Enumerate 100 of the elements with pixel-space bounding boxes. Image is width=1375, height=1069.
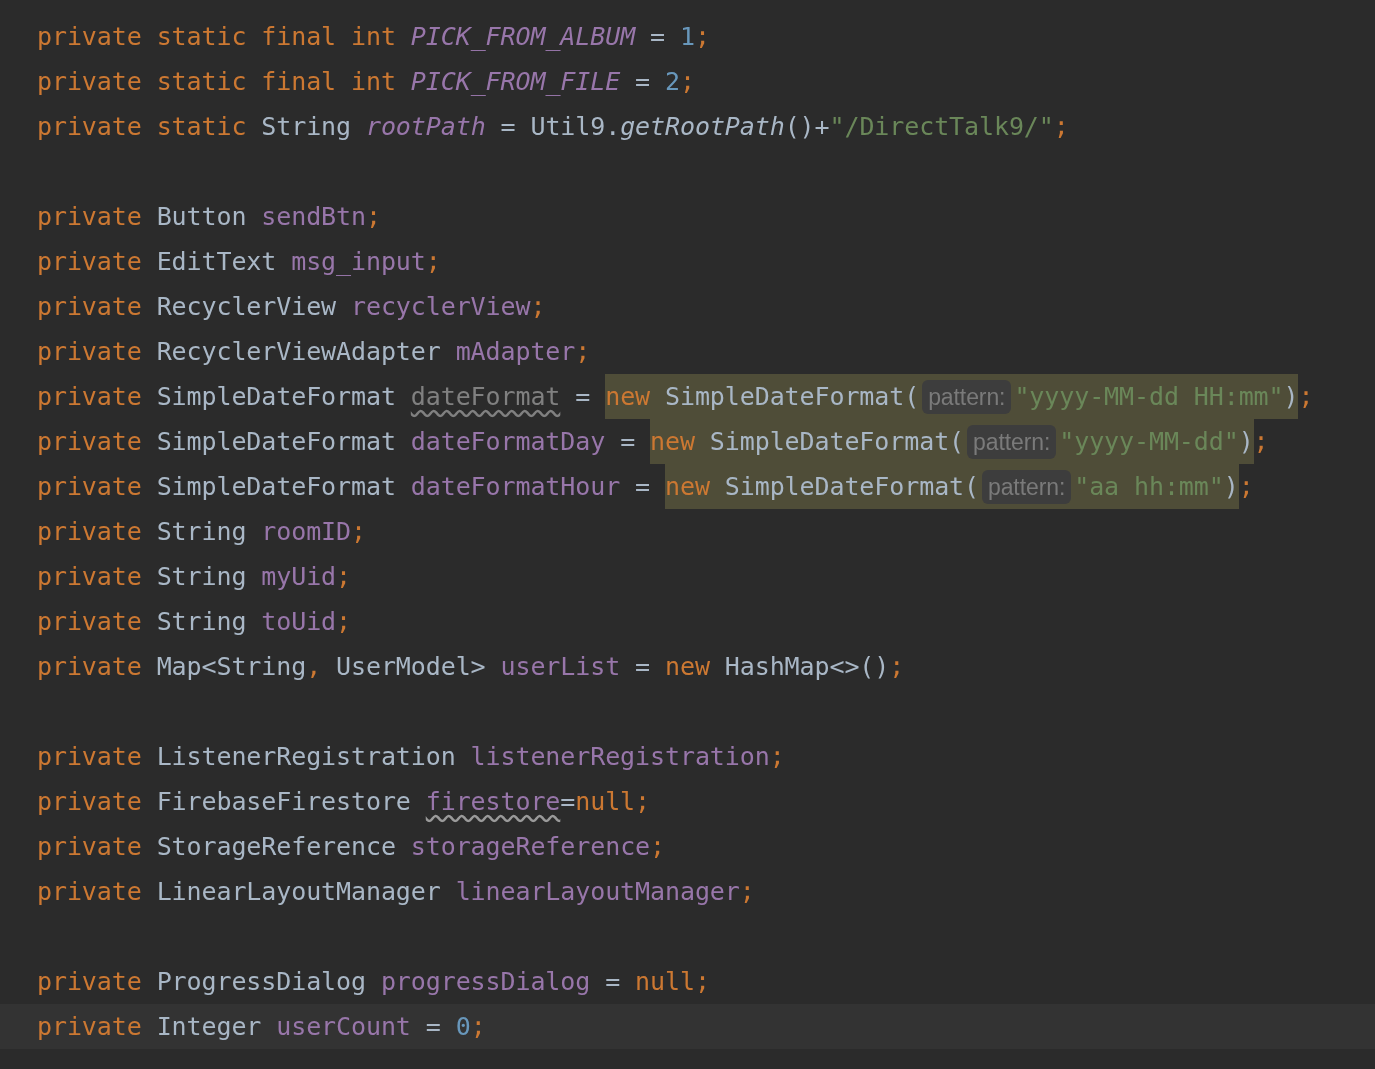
keyword: new <box>650 427 695 456</box>
static-field-name: PICK_FROM_FILE <box>410 67 621 96</box>
field-name: userCount <box>276 1012 411 1041</box>
punctuation: ; <box>425 247 441 276</box>
number-literal: 0 <box>455 1012 471 1041</box>
field-name: myUid <box>261 562 337 591</box>
punctuation: ; <box>1253 427 1269 456</box>
unused-field-name: dateFormat <box>410 382 561 411</box>
keyword: null <box>635 967 695 996</box>
type-name: FirebaseFirestore <box>156 787 411 816</box>
field-name: dateFormatHour <box>410 472 621 501</box>
operator: = <box>605 967 621 996</box>
operator: = <box>635 67 651 96</box>
keyword: private <box>37 832 142 861</box>
keyword: private <box>37 382 142 411</box>
punctuation: ; <box>769 742 785 771</box>
punctuation: ; <box>1053 112 1069 141</box>
type-name: ProgressDialog <box>156 967 366 996</box>
type-name: Button <box>156 202 247 231</box>
type-name: SimpleDateFormat( <box>709 427 965 456</box>
parameter-hint: pattern: <box>922 380 1012 414</box>
keyword: int <box>351 67 396 96</box>
keyword: private <box>37 1012 142 1041</box>
keyword: new <box>665 472 710 501</box>
operator: = <box>500 112 516 141</box>
punctuation: ; <box>889 652 905 681</box>
punctuation: ; <box>739 877 755 906</box>
operator: ) <box>1283 382 1299 411</box>
operator: = <box>425 1012 441 1041</box>
keyword: private <box>37 877 142 906</box>
keyword: new <box>665 652 710 681</box>
type-name: LinearLayoutManager <box>156 877 441 906</box>
punctuation: ; <box>679 67 695 96</box>
keyword: private <box>37 67 142 96</box>
punctuation: ; <box>635 787 651 816</box>
field-name: roomID <box>261 517 351 546</box>
keyword: private <box>37 22 142 51</box>
punctuation: ; <box>336 562 351 591</box>
operator: ()+ <box>784 112 830 141</box>
keyword: private <box>37 967 142 996</box>
keyword: private <box>37 472 142 501</box>
type-name: ListenerRegistration <box>156 742 456 771</box>
punctuation: ; <box>530 292 546 321</box>
field-name: userList <box>500 652 621 681</box>
type-name: StorageReference <box>156 832 396 861</box>
type-name: SimpleDateFormat( <box>665 382 920 411</box>
parameter-hint: pattern: <box>967 425 1057 459</box>
field-name: msg_input <box>291 247 426 276</box>
static-field-name: rootPath <box>365 112 486 141</box>
field-name: mAdapter <box>455 337 576 366</box>
field-name: sendBtn <box>261 202 366 231</box>
static-field-name: PICK_FROM_ALBUM <box>410 22 636 51</box>
keyword: private <box>37 562 142 591</box>
string-literal: "aa hh:mm" <box>1074 472 1224 501</box>
field-name: toUid <box>261 607 337 636</box>
field-name: recyclerView <box>351 292 531 321</box>
keyword: private <box>37 337 142 366</box>
punctuation: ; <box>694 22 710 51</box>
type-name: UserModel> <box>336 652 486 681</box>
punctuation: ; <box>650 832 665 861</box>
keyword: private <box>37 517 142 546</box>
number-literal: 1 <box>679 22 695 51</box>
punctuation: ; <box>470 1012 486 1041</box>
field-name: listenerRegistration <box>470 742 770 771</box>
keyword: private <box>37 112 142 141</box>
operator: = <box>560 787 576 816</box>
type-name: RecyclerViewAdapter <box>156 337 441 366</box>
type-name: String <box>156 517 247 546</box>
string-literal: "yyyy-MM-dd" <box>1059 427 1239 456</box>
field-name: firestore <box>425 787 561 816</box>
punctuation: ; <box>365 202 381 231</box>
type-name: String <box>156 562 247 591</box>
type-name: SimpleDateFormat <box>156 382 396 411</box>
string-literal: "yyyy-MM-dd HH:mm" <box>1014 382 1284 411</box>
keyword: private <box>37 292 142 321</box>
punctuation: ; <box>351 517 366 546</box>
keyword: final <box>261 67 337 96</box>
field-name: storageReference <box>410 832 651 861</box>
keyword: int <box>351 22 396 51</box>
operator: ) <box>1238 427 1254 456</box>
type-name: SimpleDateFormat( <box>724 472 979 501</box>
keyword: private <box>37 787 142 816</box>
method-name: getRootPath <box>620 112 785 141</box>
type-name: String <box>156 607 247 636</box>
type-name: Util9. <box>530 112 621 141</box>
type-name: RecyclerView <box>156 292 337 321</box>
keyword: static <box>156 67 247 96</box>
keyword: new <box>605 382 651 411</box>
keyword: null <box>575 787 636 816</box>
keyword: private <box>37 247 142 276</box>
punctuation: ; <box>1298 382 1314 411</box>
type-name: SimpleDateFormat <box>156 427 396 456</box>
keyword: private <box>37 427 142 456</box>
keyword: private <box>37 742 142 771</box>
operator: = <box>635 472 651 501</box>
field-name: dateFormatDay <box>410 427 606 456</box>
type-name: SimpleDateFormat <box>156 472 396 501</box>
operator: = <box>620 427 636 456</box>
operator: ) <box>1223 472 1239 501</box>
punctuation: ; <box>1238 472 1254 501</box>
